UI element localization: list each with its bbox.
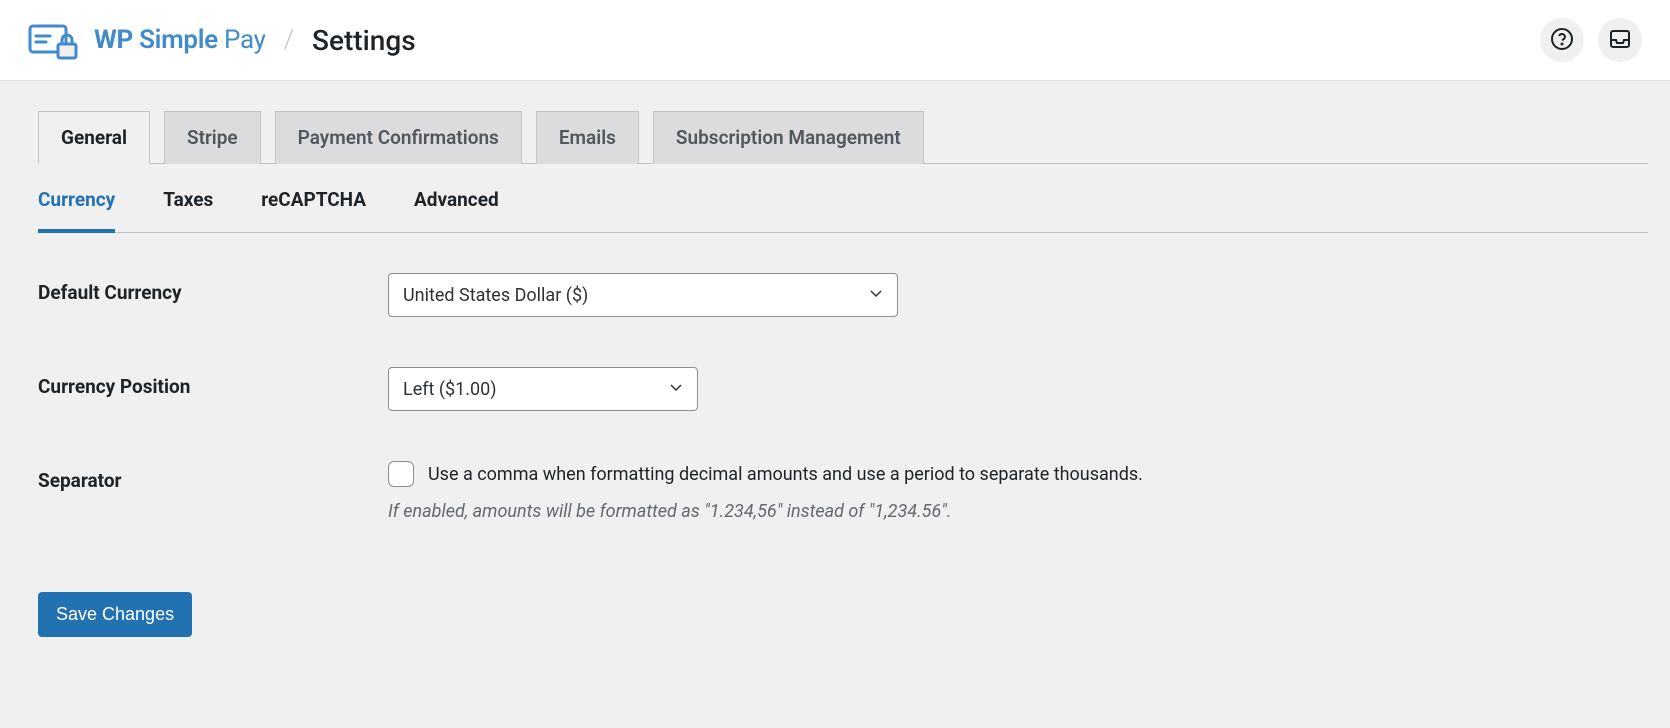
checkbox-separator-label: Use a comma when formatting decimal amou… xyxy=(428,464,1143,485)
row-default-currency: Default Currency United States Dollar ($… xyxy=(38,273,1648,317)
inbox-button[interactable] xyxy=(1598,18,1642,62)
secondary-tabs: Currency Taxes reCAPTCHA Advanced xyxy=(38,164,1648,233)
primary-tabs: General Stripe Payment Confirmations Ema… xyxy=(38,111,1648,164)
tab-general[interactable]: General xyxy=(38,111,150,164)
help-button[interactable] xyxy=(1540,18,1584,62)
tab-payment-confirmations[interactable]: Payment Confirmations xyxy=(275,111,522,164)
tab-stripe[interactable]: Stripe xyxy=(164,111,261,164)
inbox-icon xyxy=(1608,27,1632,54)
select-currency-position[interactable]: Left ($1.00) xyxy=(388,367,698,411)
brand-name: WP Simple Pay xyxy=(94,25,266,55)
label-currency-position: Currency Position xyxy=(38,367,388,398)
subtab-currency[interactable]: Currency xyxy=(38,168,115,233)
row-separator: Separator Use a comma when formatting de… xyxy=(38,461,1648,522)
select-default-currency-value: United States Dollar ($) xyxy=(403,285,588,306)
breadcrumb-separator: / xyxy=(284,25,294,55)
tab-emails[interactable]: Emails xyxy=(536,111,639,164)
select-currency-position-value: Left ($1.00) xyxy=(403,379,497,400)
row-currency-position: Currency Position Left ($1.00) xyxy=(38,367,1648,411)
label-default-currency: Default Currency xyxy=(38,273,388,304)
header: WP Simple Pay / Settings xyxy=(0,0,1670,81)
subtab-recaptcha[interactable]: reCAPTCHA xyxy=(261,168,366,233)
checkbox-separator[interactable] xyxy=(388,461,414,487)
tab-subscription-management[interactable]: Subscription Management xyxy=(653,111,924,164)
help-separator: If enabled, amounts will be formatted as… xyxy=(388,501,1648,522)
select-default-currency[interactable]: United States Dollar ($) xyxy=(388,273,898,317)
help-icon xyxy=(1550,27,1574,54)
page-title: Settings xyxy=(312,24,416,57)
content-area: General Stripe Payment Confirmations Ema… xyxy=(0,81,1670,659)
logo: WP Simple Pay xyxy=(28,20,266,60)
save-button[interactable]: Save Changes xyxy=(38,592,192,637)
label-separator: Separator xyxy=(38,461,388,492)
header-actions xyxy=(1540,18,1642,62)
wpsimplepay-logo-icon xyxy=(28,20,80,60)
subtab-taxes[interactable]: Taxes xyxy=(163,168,213,233)
form-area: Default Currency United States Dollar ($… xyxy=(38,233,1648,637)
subtab-advanced[interactable]: Advanced xyxy=(414,168,499,233)
